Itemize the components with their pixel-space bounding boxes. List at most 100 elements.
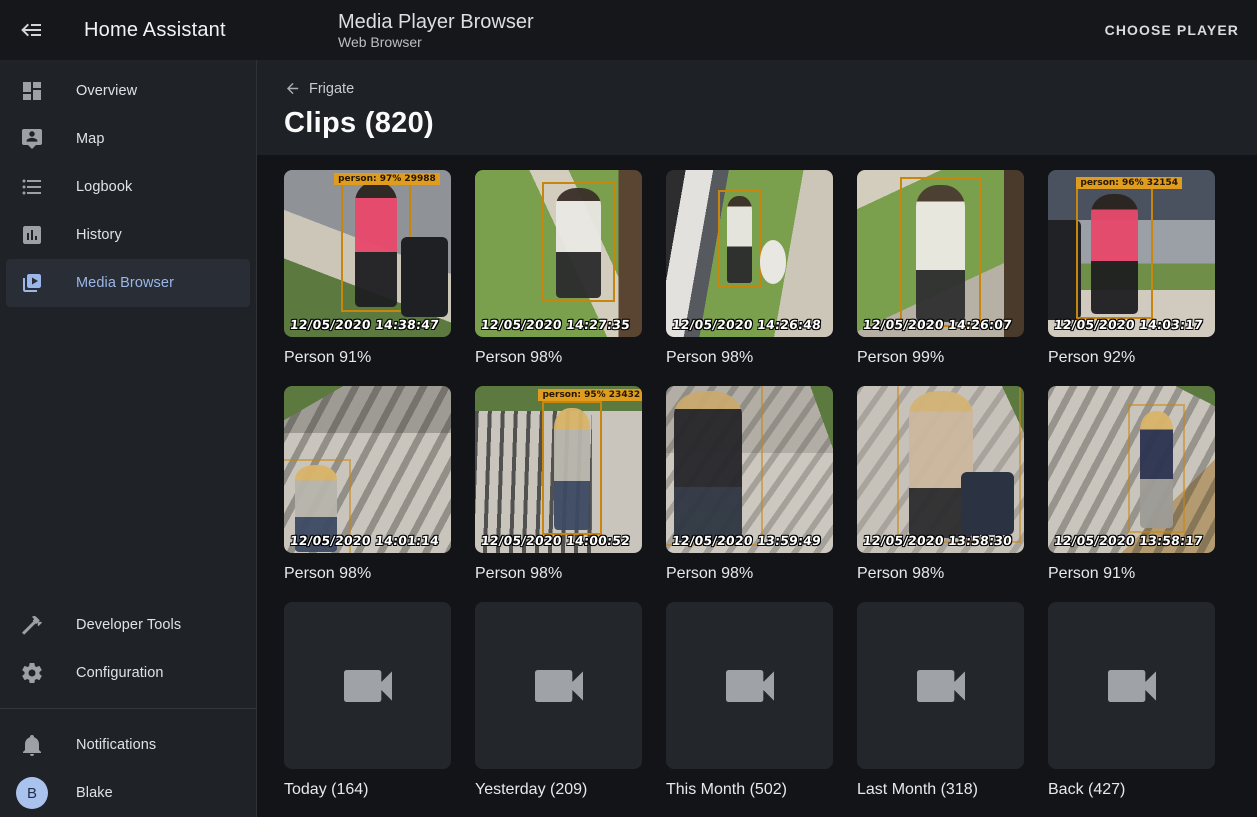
detection-bounding-box (718, 190, 761, 287)
person-figure (556, 188, 600, 297)
folder-label: Last Month (318) (857, 780, 1024, 800)
folder-thumbnail (284, 602, 451, 769)
clips-grid: person: 97% 29988 12/05/2020 14:38:47 Pe… (284, 170, 1257, 800)
clips-area: person: 97% 29988 12/05/2020 14:38:47 Pe… (257, 155, 1257, 817)
timestamp-overlay: 12/05/2020 13:59:49 (671, 533, 822, 548)
clip-card[interactable]: 12/05/2020 14:26:07 Person 99% (857, 170, 1024, 368)
folder-card-this-month[interactable]: This Month (502) (666, 602, 833, 800)
sidebar-item-overview[interactable]: Overview (0, 67, 256, 115)
timestamp-overlay: 12/05/2020 14:26:48 (671, 317, 822, 332)
folder-card-back[interactable]: Back (427) (1048, 602, 1215, 800)
sidebar-item-history[interactable]: History (0, 211, 256, 259)
detection-label: person: 95% 23432 (538, 389, 642, 401)
timestamp-overlay: 12/05/2020 14:26:07 (862, 317, 1013, 332)
timestamp-overlay: 12/05/2020 14:01:14 (289, 533, 440, 548)
video-camera-icon (909, 654, 973, 718)
video-camera-icon (1100, 654, 1164, 718)
timestamp-overlay: 12/05/2020 13:58:30 (862, 533, 1013, 548)
top-app-bar: Home Assistant Media Player Browser Web … (0, 0, 1257, 60)
clip-thumbnail: person: 96% 32154 12/05/2020 14:03:17 (1048, 170, 1215, 337)
sidebar-item-label: Logbook (76, 179, 132, 195)
sidebar-divider (0, 708, 256, 709)
folder-label: Back (427) (1048, 780, 1215, 800)
person-figure (355, 182, 397, 307)
folder-card-today[interactable]: Today (164) (284, 602, 451, 800)
stroller-bag-figure (961, 472, 1014, 535)
sidebar-item-map[interactable]: Map (0, 115, 256, 163)
person-figure (554, 408, 590, 530)
clip-caption: Person 99% (857, 348, 1024, 368)
sidebar-item-configuration[interactable]: Configuration (0, 649, 256, 697)
detection-bounding-box (666, 386, 763, 546)
main-layout: Overview Map Logbook History Media Brows (0, 60, 1257, 817)
stroller-figure (401, 237, 448, 317)
view-dashboard-icon (20, 79, 44, 103)
sidebar-item-media-browser[interactable]: Media Browser (6, 259, 250, 307)
folder-label: This Month (502) (666, 780, 833, 800)
page-title: Clips (820) (284, 107, 1257, 140)
choose-player-button[interactable]: CHOOSE PLAYER (1097, 13, 1247, 47)
breadcrumb[interactable]: Frigate (284, 80, 354, 97)
folder-thumbnail (1048, 602, 1215, 769)
timestamp-overlay: 12/05/2020 14:27:35 (480, 317, 631, 332)
content-header: Frigate Clips (820) (257, 60, 1257, 155)
folder-thumbnail (857, 602, 1024, 769)
clip-card[interactable]: person: 95% 23432 12/05/2020 14:00:52 Pe… (475, 386, 642, 584)
sidebar-item-user-profile[interactable]: B Blake (0, 769, 256, 817)
gear-icon (20, 661, 44, 685)
app-title: Home Assistant (84, 19, 226, 42)
folder-card-yesterday[interactable]: Yesterday (209) (475, 602, 642, 800)
clip-thumbnail: person: 95% 23432 12/05/2020 14:00:52 (475, 386, 642, 553)
person-figure (1140, 411, 1174, 528)
clip-card[interactable]: person: 97% 29988 12/05/2020 14:38:47 Pe… (284, 170, 451, 368)
sidebar-item-label: Configuration (76, 665, 164, 681)
timestamp-overlay: 12/05/2020 14:03:17 (1053, 317, 1204, 332)
folder-thumbnail (475, 602, 642, 769)
clip-card[interactable]: 12/05/2020 13:58:30 Person 98% (857, 386, 1024, 584)
clip-thumbnail: 12/05/2020 14:27:35 (475, 170, 642, 337)
sidebar-item-label: Overview (76, 83, 137, 99)
sidebar-item-logbook[interactable]: Logbook (0, 163, 256, 211)
clip-card[interactable]: 12/05/2020 14:01:14 Person 98% (284, 386, 451, 584)
person-figure (727, 196, 752, 283)
folder-card-last-month[interactable]: Last Month (318) (857, 602, 1024, 800)
clip-caption: Person 98% (284, 564, 451, 584)
hammer-icon (20, 613, 44, 637)
clip-thumbnail: 12/05/2020 13:58:17 (1048, 386, 1215, 553)
person-figure (916, 185, 965, 323)
media-player-header: Media Player Browser Web Browser (338, 10, 1097, 51)
clip-caption: Person 91% (284, 348, 451, 368)
clip-thumbnail: 12/05/2020 14:26:07 (857, 170, 1024, 337)
list-bulleted-icon (20, 175, 44, 199)
bell-icon (20, 733, 44, 757)
clip-caption: Person 92% (1048, 348, 1215, 368)
clip-card[interactable]: 12/05/2020 14:26:48 Person 98% (666, 170, 833, 368)
detection-bounding-box (900, 177, 980, 327)
person-figure (674, 391, 741, 541)
clip-caption: Person 98% (475, 348, 642, 368)
play-box-multiple-icon (20, 271, 44, 295)
arrow-left-icon (284, 80, 301, 97)
sidebar-item-notifications[interactable]: Notifications (0, 721, 256, 769)
avatar: B (16, 777, 48, 809)
sidebar-toggle-icon[interactable] (20, 18, 44, 42)
clip-card[interactable]: 12/05/2020 13:58:17 Person 91% (1048, 386, 1215, 584)
clip-card[interactable]: 12/05/2020 14:27:35 Person 98% (475, 170, 642, 368)
sidebar-item-developer-tools[interactable]: Developer Tools (0, 601, 256, 649)
clip-caption: Person 98% (666, 564, 833, 584)
clip-card[interactable]: 12/05/2020 13:59:49 Person 98% (666, 386, 833, 584)
clip-card[interactable]: person: 96% 32154 12/05/2020 14:03:17 Pe… (1048, 170, 1215, 368)
person-figure (1091, 194, 1138, 314)
sidebar: Overview Map Logbook History Media Brows (0, 60, 257, 817)
detection-label: person: 96% 32154 (1076, 177, 1182, 189)
trash-bag-figure (760, 240, 787, 283)
page-header-subtitle: Web Browser (338, 34, 1097, 51)
content-panel: Frigate Clips (820) person: 97% 29988 12… (257, 60, 1257, 817)
video-camera-icon (718, 654, 782, 718)
clip-caption: Person 98% (475, 564, 642, 584)
clip-caption: Person 98% (666, 348, 833, 368)
sidebar-item-label: Developer Tools (76, 617, 181, 633)
sidebar-spacer (0, 307, 256, 601)
clip-thumbnail: 12/05/2020 14:01:14 (284, 386, 451, 553)
sidebar-item-label: Media Browser (76, 275, 174, 291)
